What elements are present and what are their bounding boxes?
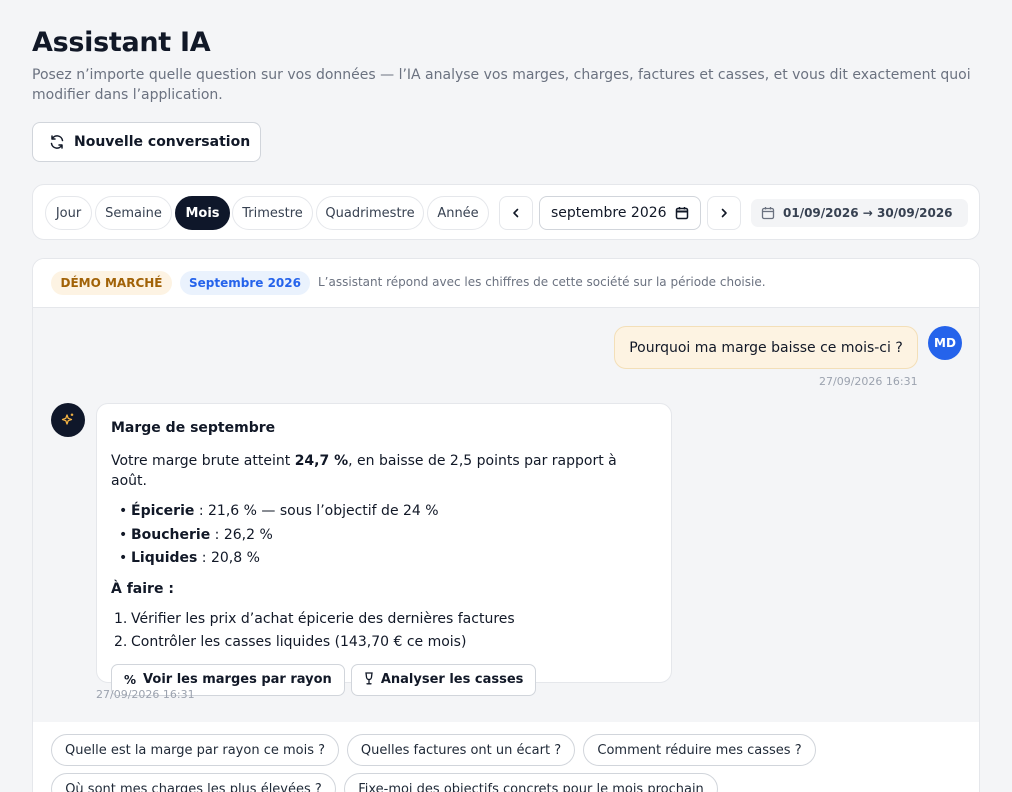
chevron-right-icon — [721, 208, 727, 218]
list-item: 1. Vérifier les prix d’achat épicerie des… — [114, 610, 515, 627]
new-conversation-label: Nouvelle conversation — [74, 134, 251, 150]
department-margin-list: Épicerie : 21,6 % — sous l’objectif de 2… — [111, 500, 657, 571]
page-title: Assistant IA — [32, 27, 211, 58]
user-message-timestamp: 27/09/2026 16:31 — [819, 375, 918, 388]
month-input-value: septembre 2026 — [551, 205, 667, 221]
assistant-message-timestamp: 27/09/2026 16:31 — [96, 688, 195, 701]
wine-glass-icon — [364, 671, 374, 688]
tab-semaine[interactable]: Semaine — [95, 196, 172, 230]
user-avatar: MD — [928, 326, 962, 360]
list-item: Liquides : 20,8 % — [111, 547, 657, 571]
calendar-icon — [761, 207, 775, 220]
assistant-message-intro: Votre marge brute atteint 24,7 %, en bai… — [111, 453, 617, 489]
month-tag: Septembre 2026 — [180, 271, 310, 295]
new-conversation-button[interactable]: Nouvelle conversation — [32, 122, 261, 162]
date-range-label: 01/09/2026 → 30/09/2026 — [783, 206, 953, 220]
user-message: Pourquoi ma marge baisse ce mois-ci ? — [614, 326, 918, 369]
list-item: 2. Contrôler les casses liquides (143,70 … — [114, 633, 467, 650]
list-item: Boucherie : 26,2 % — [111, 524, 657, 548]
todo-list: 1. Vérifier les prix d’achat épicerie des… — [111, 608, 657, 654]
tab-mois[interactable]: Mois — [175, 196, 230, 230]
tab-annee[interactable]: Année — [427, 196, 489, 230]
suggestion-chip[interactable]: Où sont mes charges les plus élevées ? — [51, 773, 336, 792]
date-range-display: 01/09/2026 → 30/09/2026 — [751, 199, 968, 227]
chevron-left-icon — [513, 208, 519, 218]
todo-heading: À faire : — [111, 580, 174, 597]
chat-panel: DÉMO MARCHÉ Septembre 2026 L’assistant r… — [32, 258, 980, 792]
next-period-button[interactable] — [707, 196, 741, 230]
company-tag: DÉMO MARCHÉ — [51, 271, 172, 295]
margin-value: 24,7 % — [294, 453, 349, 469]
chat-header-note: L’assistant répond avec les chiffres de … — [318, 275, 766, 289]
tab-trimestre[interactable]: Trimestre — [232, 196, 313, 230]
period-selector: Jour Semaine Mois Trimestre Quadrimestre… — [32, 184, 980, 240]
refresh-icon — [50, 135, 64, 149]
suggestion-chip[interactable]: Quelles factures ont un écart ? — [347, 734, 575, 766]
suggestion-chip[interactable]: Quelle est la marge par rayon ce mois ? — [51, 734, 339, 766]
suggestion-chip[interactable]: Fixe-moi des objectifs concrets pour le … — [344, 773, 718, 792]
assistant-avatar — [51, 403, 85, 437]
month-input[interactable]: septembre 2026 — [539, 196, 701, 230]
message-list: Pourquoi ma marge baisse ce mois-ci ? MD… — [33, 308, 979, 722]
assistant-message: Marge de septembre Votre marge brute att… — [96, 403, 672, 696]
list-item: Épicerie : 21,6 % — sous l’objectif de 2… — [111, 500, 657, 524]
sparkle-icon — [61, 413, 74, 425]
suggestion-chip[interactable]: Comment réduire mes casses ? — [583, 734, 816, 766]
analyze-breakage-button[interactable]: Analyser les casses — [350, 663, 537, 696]
page-subtitle: Posez n’importe quelle question sur vos … — [32, 67, 971, 103]
percent-icon: % — [124, 672, 137, 687]
tab-jour[interactable]: Jour — [45, 196, 92, 230]
tab-quadrimestre[interactable]: Quadrimestre — [316, 196, 424, 230]
assistant-message-title: Marge de septembre — [111, 420, 276, 436]
chat-header: DÉMO MARCHÉ Septembre 2026 L’assistant r… — [33, 259, 979, 308]
previous-period-button[interactable] — [499, 196, 533, 230]
calendar-picker-icon[interactable] — [675, 206, 689, 220]
